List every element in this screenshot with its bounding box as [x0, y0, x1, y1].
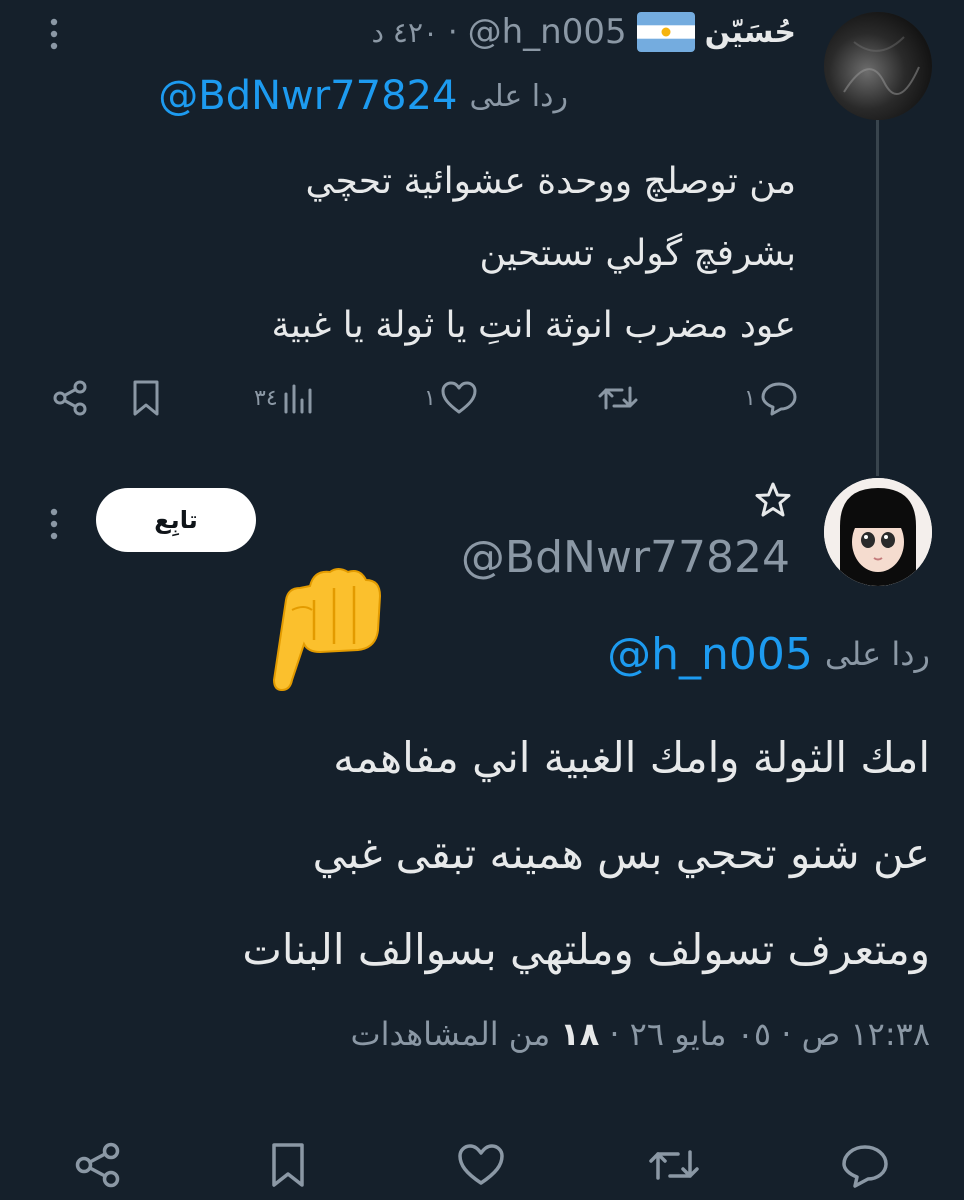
replies-count: ١ — [744, 385, 756, 411]
pointing-down-emoji-icon — [252, 540, 392, 696]
tweet2-body: امك الثولة وامك الغبية اني مفاهمه عن شنو… — [30, 710, 930, 998]
tweet1-header: حُسَيّن @h_n005 · ٤٢٠ د — [372, 6, 796, 58]
follow-button[interactable]: تابِع — [96, 488, 256, 552]
star-icon — [752, 480, 794, 520]
reply-to-handle[interactable]: @h_n005 — [607, 629, 813, 680]
tweet1-reply-to: ردا على @BdNwr77824 — [158, 68, 568, 124]
tweet2-handle[interactable]: @BdNwr77824 — [461, 532, 790, 583]
tweet1-likes[interactable]: ١ — [424, 378, 478, 418]
reply-prefix: ردا على — [469, 78, 568, 114]
dot-separator: · — [448, 14, 458, 50]
reply-to-handle[interactable]: @BdNwr77824 — [158, 73, 457, 119]
tweet2-line: امك الثولة وامك الغبية اني مفاهمه — [333, 733, 930, 782]
tweet1-more-icon[interactable] — [46, 14, 62, 54]
tweet-timestamp[interactable]: ١٢:٣٨ ص · ٠٥ مايو ٢٦ · — [609, 1015, 930, 1053]
views-count: ٣٤ — [254, 385, 278, 411]
retweet-icon[interactable] — [646, 1140, 702, 1190]
share-icon[interactable] — [74, 1140, 122, 1190]
tweet2-meta: ١٢:٣٨ ص · ٠٥ مايو ٢٦ · ١٨ من المشاهدات — [350, 1006, 930, 1062]
tweet1-line: عود مضرب انوثة انتِ يا ثولة يا غبية — [271, 305, 797, 346]
views-count: ١٨ — [560, 1015, 600, 1053]
tweet1-replies[interactable]: ١ — [744, 378, 798, 418]
tweet1-line: من توصلچ ووحدة عشوائية تحچي — [305, 161, 796, 202]
avatar-h_n005[interactable] — [824, 12, 932, 120]
retweet-icon[interactable] — [596, 378, 640, 418]
tweet1-body: من توصلچ ووحدة عشوائية تحچي بشرفچ گولي ت… — [36, 146, 797, 362]
likes-count: ١ — [424, 385, 436, 411]
heart-icon — [440, 378, 478, 418]
reply-bubble-icon[interactable] — [840, 1140, 890, 1190]
reply-bubble-icon — [760, 378, 798, 418]
heart-icon[interactable] — [456, 1140, 506, 1190]
tweet1-display-name[interactable]: حُسَيّن — [705, 15, 796, 50]
tweet1-line: بشرفچ گولي تستحين — [479, 233, 796, 274]
bookmark-icon[interactable] — [268, 1140, 308, 1190]
tweet2-line: عن شنو تحجي بس همينه تبقى غبي — [312, 829, 930, 878]
thread-line — [876, 116, 879, 476]
tweet2-more-icon[interactable] — [46, 504, 62, 544]
tweet1-views[interactable]: ٣٤ — [254, 378, 316, 418]
share-icon[interactable] — [52, 378, 88, 418]
views-label: من المشاهدات — [350, 1015, 551, 1053]
tweet1-handle[interactable]: @h_n005 — [468, 12, 627, 52]
tweet2-reply-to: ردا على @h_n005 — [607, 624, 930, 684]
avatar-BdNwr77824[interactable] — [824, 478, 932, 586]
bookmark-icon[interactable] — [130, 378, 162, 418]
tweet2-line: ومتعرف تسولف وملتهي بسوالف البنات — [242, 925, 930, 974]
views-chart-icon — [282, 378, 316, 418]
argentina-flag-icon — [636, 12, 695, 52]
tweet1-time[interactable]: ٤٢٠ د — [372, 16, 439, 49]
reply-prefix: ردا على — [824, 635, 930, 673]
